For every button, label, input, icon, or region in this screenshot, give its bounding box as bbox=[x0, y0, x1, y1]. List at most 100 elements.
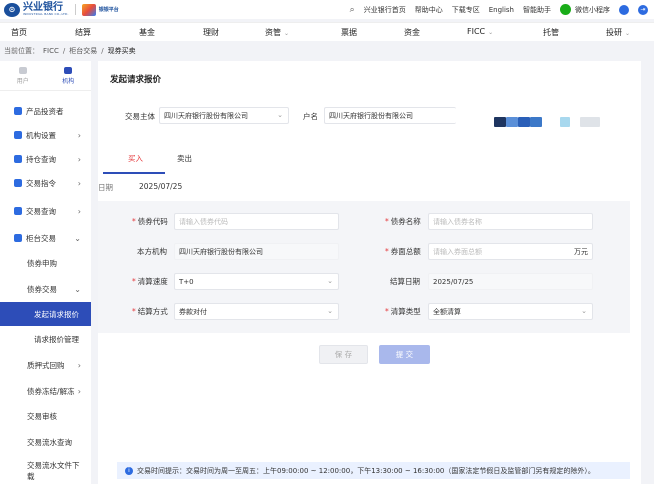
nav-item-custody[interactable]: 托管 bbox=[543, 27, 559, 38]
logout-icon[interactable]: ⇥ bbox=[638, 4, 648, 15]
investor-icon bbox=[14, 107, 22, 115]
settle-method-value: 券款对付 bbox=[179, 307, 207, 316]
nav-item-funds[interactable]: 资金 bbox=[404, 27, 420, 38]
sidebar-item-position-query[interactable]: 持仓查询 › bbox=[0, 149, 91, 169]
entity-select[interactable]: 四川天府银行股份有限公司 ⌄ bbox=[159, 107, 289, 124]
sidebar-item-trade-query[interactable]: 交易查询 › bbox=[0, 201, 91, 221]
account-name-field[interactable]: 四川天府银行股份有限公司 bbox=[324, 107, 456, 124]
tab-buy[interactable]: 买入 bbox=[128, 153, 143, 164]
nav-item-asset-mgmt[interactable]: 资管 ⌄ bbox=[265, 27, 289, 38]
bond-code-input[interactable]: 请输入债券代码 bbox=[174, 213, 339, 230]
sidebar-item-label: 债券冻结/解冻 bbox=[27, 386, 75, 396]
main-panel: 发起请求报价 交易主体 四川天府银行股份有限公司 ⌄ 户名 四川天府银行股份有限… bbox=[98, 61, 641, 484]
sidebar-item-flow-query[interactable]: 交易流水查询 bbox=[0, 432, 91, 452]
sidebar-item-bond-trade[interactable]: 债券交易 ⌄ bbox=[0, 279, 91, 299]
counter-trade-icon bbox=[14, 234, 22, 242]
face-amount-label: * 券面总额 bbox=[385, 247, 421, 256]
breadcrumb-ficc[interactable]: FICC bbox=[43, 47, 59, 55]
tab-institution-label: 机构 bbox=[62, 77, 75, 85]
face-amount-input[interactable]: 请输入券面总额 万元 bbox=[428, 243, 593, 260]
mini-program-button[interactable]: 微信小程序 bbox=[560, 4, 610, 15]
nav-item-research[interactable]: 投研 ⌄ bbox=[606, 27, 630, 38]
sidebar-item-label: 柜台交易 bbox=[26, 233, 56, 243]
sidebar-item-bond-freeze[interactable]: 债券冻结/解冻 › bbox=[0, 381, 91, 401]
sidebar-item-label: 交易指令 bbox=[26, 178, 56, 188]
nav-item-ficc[interactable]: FICC ⌄ bbox=[467, 27, 493, 36]
nav-item-home[interactable]: 首页 bbox=[11, 27, 27, 38]
search-icon[interactable]: ⌕ bbox=[350, 5, 355, 15]
clear-type-value: 全额清算 bbox=[433, 307, 461, 316]
chevron-down-icon: ⌄ bbox=[488, 29, 494, 36]
settle-date-label: 结算日期 bbox=[390, 277, 420, 286]
nav-item-settlement[interactable]: 结算 bbox=[75, 27, 91, 38]
user-icon[interactable] bbox=[619, 4, 629, 15]
sidebar-item-bond-subscription[interactable]: 债券申购 bbox=[0, 253, 91, 273]
sidebar-item-label: 持仓查询 bbox=[26, 154, 56, 164]
settle-date-field: 2025/07/25 bbox=[428, 273, 593, 290]
sidebar-item-trade-order[interactable]: 交易指令 › bbox=[0, 173, 91, 193]
sidebar-item-label: 请求报价管理 bbox=[34, 334, 79, 344]
bond-name-input[interactable]: 请输入债券名称 bbox=[428, 213, 593, 230]
brand-logo[interactable]: ⊙ 兴业银行 INDUSTRIAL BANK CO.,LTD. 银银平台 bbox=[4, 2, 119, 17]
page-title: 发起请求报价 bbox=[110, 75, 162, 85]
clear-type-select[interactable]: 全额清算 ⌄ bbox=[428, 303, 593, 320]
top-link-english[interactable]: English bbox=[489, 6, 514, 14]
sidebar-item-initiate-rfq[interactable]: 发起请求报价 bbox=[0, 302, 91, 326]
tab-active-indicator bbox=[103, 172, 165, 174]
sidebar-item-label: 交易查询 bbox=[26, 206, 56, 216]
top-link-help[interactable]: 帮助中心 bbox=[415, 5, 443, 15]
institution-value: 四川天府银行股份有限公司 bbox=[179, 247, 263, 256]
trading-hours-notice: i 交易时间提示：交易时间为周一至周五：上午09:00:00 ~ 12:00:0… bbox=[117, 462, 630, 479]
breadcrumb-counter-trade[interactable]: 柜台交易 bbox=[69, 46, 97, 56]
date-value: 2025/07/25 bbox=[139, 182, 183, 191]
tab-user[interactable]: 用户 bbox=[0, 61, 46, 90]
sidebar-item-label: 交易审核 bbox=[27, 411, 57, 421]
mini-program-label: 微信小程序 bbox=[575, 5, 610, 14]
settle-date-value: 2025/07/25 bbox=[433, 277, 474, 286]
breadcrumb-current: 现券买卖 bbox=[107, 47, 136, 55]
sidebar-item-label: 发起请求报价 bbox=[34, 309, 79, 319]
sidebar-item-product-investor[interactable]: 产品投资者 bbox=[0, 101, 91, 121]
sidebar-item-pledge-repo[interactable]: 质押式回购 › bbox=[0, 355, 91, 375]
sidebar-item-trade-review[interactable]: 交易审核 bbox=[0, 406, 91, 426]
chevron-down-icon: ⌄ bbox=[625, 30, 631, 37]
sidebar-item-org-settings[interactable]: 机构设置 › bbox=[0, 125, 91, 145]
breadcrumb: 当前位置： FICC / 柜台交易 / 现券买卖 bbox=[0, 44, 654, 58]
entity-value: 四川天府银行股份有限公司 bbox=[164, 111, 248, 120]
bond-name-placeholder: 请输入债券名称 bbox=[433, 217, 482, 226]
breadcrumb-separator: / bbox=[101, 47, 104, 55]
settle-method-label: * 结算方式 bbox=[132, 307, 168, 316]
save-button[interactable]: 保 存 bbox=[319, 345, 368, 364]
submit-button[interactable]: 提 交 bbox=[379, 345, 430, 364]
nav-item-fund[interactable]: 基金 bbox=[139, 27, 155, 38]
main-nav: 首页 结算 基金 理财 资管 ⌄ 票据 资金 FICC ⌄ 托管 投研 ⌄ bbox=[0, 22, 654, 41]
speed-label: * 清算速度 bbox=[132, 277, 168, 286]
redacted-block bbox=[518, 117, 530, 127]
chevron-down-icon: ⌄ bbox=[277, 111, 283, 119]
platform-name: 银银平台 bbox=[98, 7, 119, 13]
top-link-home[interactable]: 兴业银行首页 bbox=[364, 5, 406, 15]
sidebar-item-label: 产品投资者 bbox=[26, 106, 64, 116]
chevron-right-icon: › bbox=[77, 154, 81, 164]
account-name-value: 四川天府银行股份有限公司 bbox=[329, 111, 413, 120]
tab-institution[interactable]: 机构 bbox=[46, 61, 92, 90]
redacted-block bbox=[580, 117, 600, 127]
chevron-right-icon: › bbox=[77, 206, 81, 216]
nav-item-wealth[interactable]: 理财 bbox=[203, 27, 219, 38]
settle-method-select[interactable]: 券款对付 ⌄ bbox=[174, 303, 339, 320]
top-link-assistant[interactable]: 智能助手 bbox=[523, 5, 551, 15]
sidebar-item-rfq-manage[interactable]: 请求报价管理 bbox=[0, 329, 91, 349]
notice-text: 交易时间提示：交易时间为周一至周五：上午09:00:00 ~ 12:00:00，… bbox=[137, 466, 595, 475]
chevron-down-icon: ⌄ bbox=[327, 307, 333, 315]
bond-code-placeholder: 请输入债券代码 bbox=[179, 217, 228, 226]
nav-item-bills[interactable]: 票据 bbox=[341, 27, 357, 38]
sidebar-item-flow-download[interactable]: 交易流水文件下载 bbox=[0, 459, 82, 483]
chevron-right-icon: › bbox=[77, 386, 81, 396]
top-link-download[interactable]: 下载专区 bbox=[452, 5, 480, 15]
speed-select[interactable]: T+0 ⌄ bbox=[174, 273, 339, 290]
chevron-right-icon: › bbox=[77, 360, 81, 370]
speed-value: T+0 bbox=[179, 277, 194, 286]
sidebar-item-counter-trade[interactable]: 柜台交易 ⌄ bbox=[0, 228, 91, 248]
tab-sell[interactable]: 卖出 bbox=[177, 153, 192, 164]
bank-logo-icon: ⊙ bbox=[4, 2, 20, 17]
